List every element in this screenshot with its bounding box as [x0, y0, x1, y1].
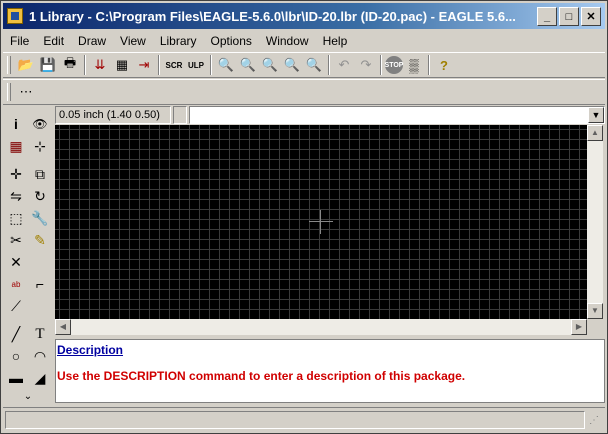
toolbar-separator [328, 55, 330, 75]
coordinate-display: 0.05 inch (1.40 0.50) [55, 106, 171, 124]
description-text: Use the DESCRIPTION command to enter a d… [57, 369, 466, 383]
text-icon[interactable]: T [29, 323, 51, 345]
toolbar-separator [380, 55, 382, 75]
description-link[interactable]: Description [57, 343, 603, 357]
grid-icon[interactable]: ⋯ [15, 81, 37, 103]
scroll-up-button[interactable]: ▲ [587, 125, 603, 141]
script-icon[interactable]: SCR [163, 54, 185, 76]
resize-grip-icon[interactable]: ⋰ [589, 415, 603, 429]
save-icon[interactable]: 💾 [37, 54, 59, 76]
go-icon[interactable]: ▒ [403, 54, 425, 76]
menu-options[interactable]: Options [204, 32, 259, 50]
miter-icon[interactable]: ⌐ [29, 273, 51, 295]
redo-icon[interactable]: ↷ [355, 54, 377, 76]
menu-bar: File Edit Draw View Library Options Wind… [3, 31, 605, 51]
scroll-left-button[interactable]: ◀ [55, 319, 71, 335]
status-text [5, 411, 585, 429]
command-row: 0.05 inch (1.40 0.50) ▼ [55, 105, 605, 125]
cut-icon[interactable]: ✂ [5, 229, 27, 251]
undo-icon[interactable]: ↶ [333, 54, 355, 76]
maximize-button[interactable]: □ [559, 7, 579, 26]
menu-draw[interactable]: Draw [71, 32, 113, 50]
vertical-scrollbar[interactable]: ▲ ▼ [587, 125, 603, 319]
rotate-icon[interactable]: ↻ [29, 185, 51, 207]
split-icon[interactable]: ⟋ [5, 295, 27, 317]
more-tools-icon[interactable]: ⌄ [17, 385, 39, 407]
menu-window[interactable]: Window [259, 32, 316, 50]
eagle-app-icon[interactable] [7, 8, 23, 24]
toolbar-separator [428, 55, 430, 75]
change-icon[interactable]: 🔧 [29, 207, 51, 229]
copy-icon[interactable]: ⧉ [29, 163, 51, 185]
menu-library[interactable]: Library [153, 32, 204, 50]
crosshair-vertical [320, 210, 321, 234]
title-bar[interactable]: 1 Library - C:\Program Files\EAGLE-5.6.0… [3, 3, 605, 29]
menu-file[interactable]: File [3, 32, 36, 50]
help-icon[interactable]: ? [433, 54, 455, 76]
editor-canvas[interactable] [55, 125, 587, 319]
menu-help[interactable]: Help [316, 32, 355, 50]
minimize-button[interactable]: _ [537, 7, 557, 26]
paste-icon[interactable]: ✎ [29, 229, 51, 251]
grid-toolbar: ⋯ [3, 79, 605, 105]
zoom-fit-icon[interactable]: 🔍 [215, 54, 237, 76]
crosshair-horizontal [309, 221, 333, 222]
show-icon[interactable]: 👁 [29, 113, 51, 135]
mirror-icon[interactable]: ⇋ [5, 185, 27, 207]
redraw-icon[interactable]: 🔍 [303, 54, 325, 76]
circle-icon[interactable]: ○ [5, 345, 27, 367]
menu-edit[interactable]: Edit [36, 32, 71, 50]
info-icon[interactable]: i [5, 113, 27, 135]
window-title: 1 Library - C:\Program Files\EAGLE-5.6.0… [29, 8, 516, 24]
zoom-in-icon[interactable]: 🔍 [237, 54, 259, 76]
scroll-right-button[interactable]: ▶ [571, 319, 587, 335]
toolbar-separator [84, 55, 86, 75]
toolbar-grip[interactable] [7, 83, 11, 101]
toolbar-separator [210, 55, 212, 75]
mark-icon[interactable]: ⊹ [29, 135, 51, 157]
app-window: 1 Library - C:\Program Files\EAGLE-5.6.0… [0, 0, 608, 434]
toolbar-grip[interactable] [7, 56, 11, 74]
description-panel: Description Use the DESCRIPTION command … [55, 339, 605, 403]
status-bar: ⋰ [3, 407, 605, 431]
move-icon[interactable]: ✛ [5, 163, 27, 185]
command-toolbar: i 👁 ▦ ⊹ ✛ ⧉ ⇋ ↻ ⬚ 🔧 ✂ ✎ ✕ ab ⌐ ⟋ ╱ T ○ ◠… [3, 109, 53, 403]
board-icon[interactable]: ▦ [111, 54, 133, 76]
display-icon[interactable]: ▦ [5, 135, 27, 157]
drawing-area[interactable]: ▲ ▼ ◀ ▶ [55, 125, 603, 335]
close-button[interactable]: ✕ [581, 7, 601, 26]
coordinate-indicator [173, 106, 187, 124]
horizontal-scrollbar[interactable]: ◀ ▶ [55, 319, 587, 335]
zoom-select-icon[interactable]: 🔍 [281, 54, 303, 76]
ulp-icon[interactable]: ULP [185, 54, 207, 76]
print-icon[interactable]: 🖶 [59, 54, 81, 76]
schematic-icon[interactable]: ⇥ [133, 54, 155, 76]
group-icon[interactable]: ⬚ [5, 207, 27, 229]
wire-icon[interactable]: ╱ [5, 323, 27, 345]
cam-processor-icon[interactable]: ⇊ [89, 54, 111, 76]
delete-icon[interactable]: ✕ [5, 251, 27, 273]
command-line[interactable]: ▼ [189, 106, 605, 124]
arc-icon[interactable]: ◠ [29, 345, 51, 367]
scroll-down-button[interactable]: ▼ [587, 303, 603, 319]
menu-view[interactable]: View [113, 32, 153, 50]
zoom-out-icon[interactable]: 🔍 [259, 54, 281, 76]
command-input[interactable] [190, 107, 604, 123]
main-toolbar: 📂 💾 🖶 ⇊ ▦ ⇥ SCR ULP 🔍 🔍 🔍 🔍 🔍 ↶ ↷ STOP ▒… [3, 52, 605, 78]
chevron-down-icon[interactable]: ▼ [588, 107, 604, 123]
open-icon[interactable]: 📂 [15, 54, 37, 76]
name-icon[interactable]: ab [5, 273, 27, 295]
toolbar-separator [158, 55, 160, 75]
stop-icon[interactable]: STOP [385, 56, 403, 74]
